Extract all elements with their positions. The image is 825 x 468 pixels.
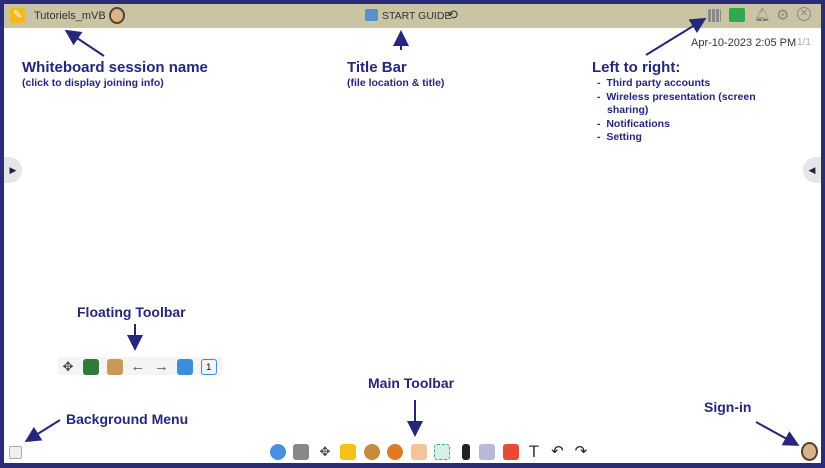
page-number-icon[interactable]: 1: [200, 358, 217, 375]
list-item: - Third party accounts: [597, 77, 711, 89]
pen-icon[interactable]: [461, 443, 470, 460]
close-icon[interactable]: ✕: [797, 7, 811, 21]
move-icon[interactable]: ✥: [317, 444, 333, 460]
floating-toolbar: ✥ ← → 1: [58, 357, 222, 375]
floating-toolbar-annotation: Floating Toolbar: [77, 304, 186, 320]
title-bar: ✎ Tutoriels_mVB START GUIDE ⟲ 🔔︎ ⚙ ✕: [4, 4, 821, 28]
cloud-icon: [365, 9, 378, 21]
select-icon[interactable]: [434, 443, 451, 460]
title-annotation-sub: (file location & title): [347, 77, 445, 89]
page-indicator: 1/1: [797, 37, 811, 48]
settings-icon[interactable]: ⚙: [776, 6, 789, 24]
folder-icon[interactable]: [340, 443, 357, 460]
list-item: - Setting: [597, 131, 642, 143]
screen-capture-icon[interactable]: [293, 443, 310, 460]
datetime: Apr-10-2023 2:05 PM: [691, 37, 797, 49]
history-icon[interactable]: ⟲: [447, 7, 458, 23]
add-page-icon[interactable]: [177, 358, 194, 375]
background-icon[interactable]: [83, 358, 100, 375]
apps-icon[interactable]: [363, 443, 380, 460]
hand-icon[interactable]: [410, 443, 427, 460]
undo-icon[interactable]: ↶: [549, 443, 565, 460]
notifications-icon[interactable]: 🔔︎: [754, 7, 771, 23]
pen-icon[interactable]: ✎: [10, 8, 25, 23]
clipboard-icon[interactable]: [106, 358, 123, 375]
background-menu-icon[interactable]: [9, 446, 22, 459]
avatar-icon[interactable]: [109, 7, 125, 24]
right-annotation-list: - Third party accounts - Wireless presen…: [597, 77, 797, 145]
text-icon[interactable]: T: [526, 443, 542, 460]
list-item: - Wireless presentation (screen sharing): [597, 90, 756, 117]
sign-in-avatar[interactable]: [801, 442, 818, 461]
signin-annotation: Sign-in: [704, 399, 752, 415]
move-icon[interactable]: ✥: [60, 359, 76, 375]
list-item: - Notifications: [597, 117, 670, 130]
right-annotation-heading: Left to right:: [592, 59, 681, 76]
title-annotation-heading: Title Bar: [347, 59, 407, 76]
next-page-icon[interactable]: →: [154, 359, 170, 375]
eraser-icon[interactable]: [479, 443, 496, 460]
main-toolbar-annotation: Main Toolbar: [368, 375, 455, 391]
session-name[interactable]: Tutoriels_mVB: [34, 10, 106, 22]
participants-icon[interactable]: [270, 443, 286, 460]
browser-icon[interactable]: [387, 443, 404, 460]
main-toolbar: ✥ T ↶ ↷: [270, 443, 592, 462]
shapes-icon[interactable]: [502, 443, 519, 460]
file-title[interactable]: START GUIDE: [382, 10, 451, 22]
wireless-presentation-icon[interactable]: [729, 8, 745, 22]
session-annotation-heading: Whiteboard session name: [22, 59, 208, 76]
previous-page-icon[interactable]: ←: [130, 359, 146, 375]
background-menu-annotation: Background Menu: [66, 411, 189, 427]
third-party-accounts-icon[interactable]: [708, 9, 721, 22]
redo-icon[interactable]: ↷: [573, 443, 589, 460]
session-annotation-sub: (click to display joining info): [22, 77, 164, 89]
